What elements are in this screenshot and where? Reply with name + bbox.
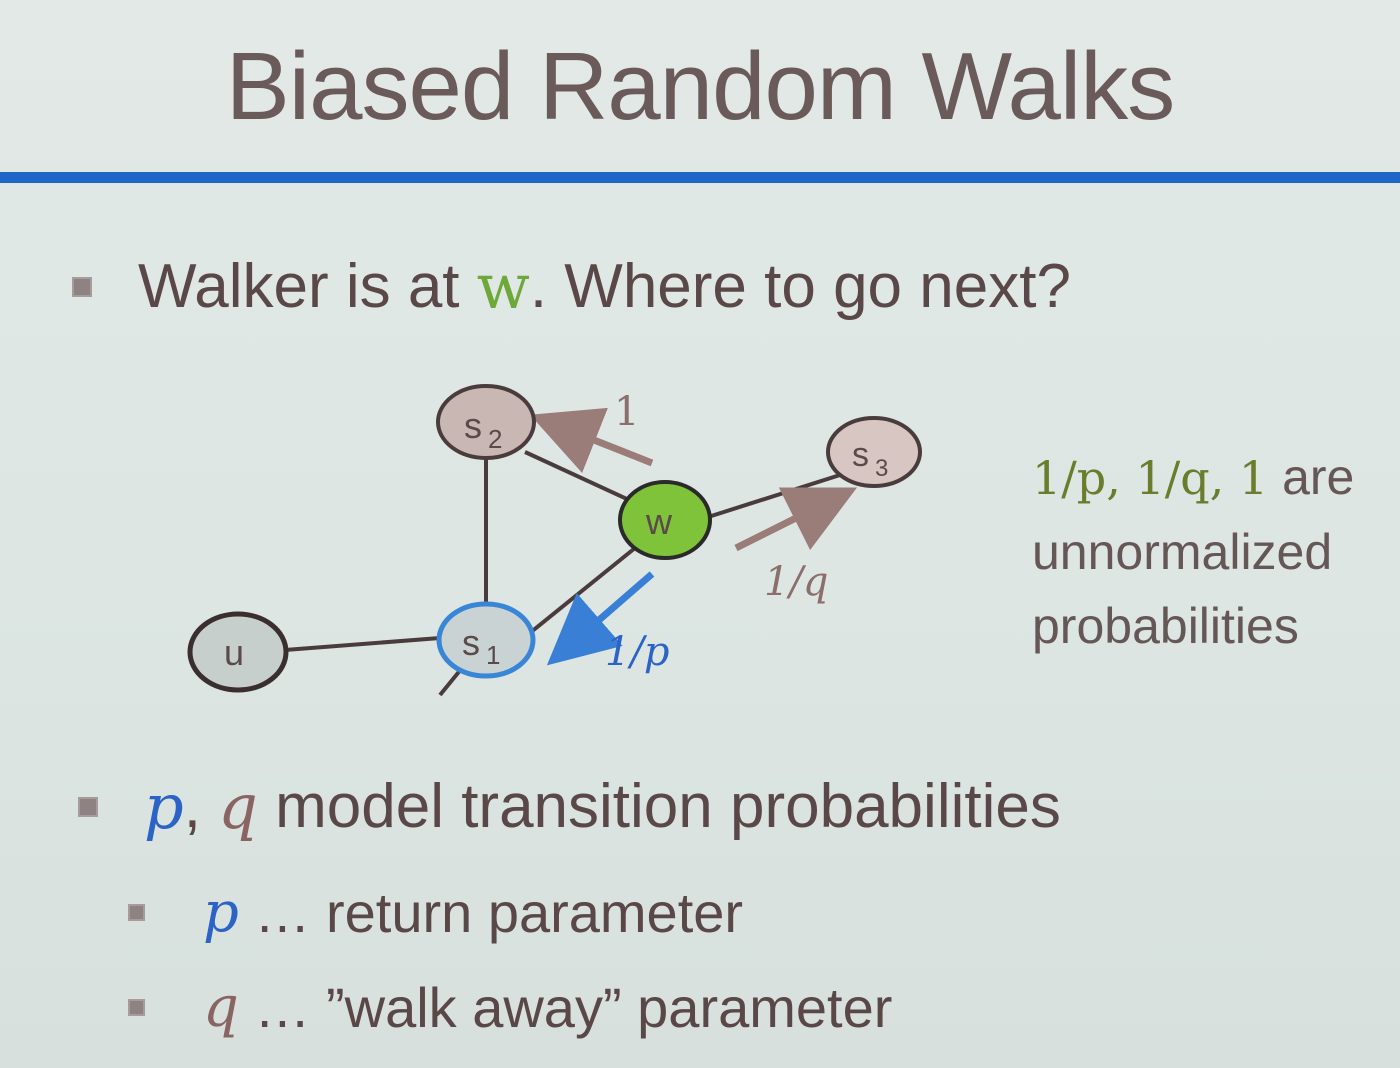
bullet-square-icon	[78, 796, 98, 817]
svg-text:1: 1	[486, 640, 500, 670]
svg-text:2: 2	[488, 424, 502, 454]
node-s3: s 3	[826, 416, 922, 488]
node-s2: s 2	[436, 384, 536, 460]
svg-text:u: u	[224, 632, 244, 673]
subbullet-p-text: … return parameter	[238, 881, 744, 944]
model-var-q: q	[218, 770, 258, 843]
node-u: u	[187, 611, 289, 693]
model-comma: ,	[183, 772, 201, 841]
probability-note: 1/p, 1/q, 1 are unnormalized probabiliti…	[1032, 440, 1354, 663]
node-s1: s 1	[436, 601, 536, 679]
edge-s2-w	[524, 450, 641, 507]
model-text: model transition probabilities	[257, 772, 1061, 841]
slide: Biased Random Walks Walker is at w. Wher…	[0, 0, 1400, 1068]
bullet-square-icon	[128, 999, 145, 1016]
bullet-square-icon	[128, 904, 145, 921]
node-w: w	[618, 480, 712, 560]
svg-text:s: s	[464, 405, 482, 446]
model-var-p: p	[144, 770, 184, 843]
bullet-model: p, q model transition probabilities	[78, 770, 1061, 843]
note-line-1: 1/p, 1/q, 1 are	[1032, 440, 1354, 515]
subbullet-var-p: p	[203, 880, 239, 945]
svg-text:3: 3	[875, 455, 888, 482]
svg-text:s: s	[852, 436, 869, 474]
edge-label-1: 1	[614, 389, 639, 435]
note-are: are	[1268, 449, 1355, 505]
subbullet-var-q: q	[203, 975, 239, 1040]
edge-u-s1	[284, 636, 441, 652]
svg-text:s: s	[462, 622, 480, 663]
subbullet-q-text: … ”walk away” parameter	[238, 976, 893, 1039]
note-line-2: unnormalized	[1032, 524, 1333, 580]
note-line-3: probabilities	[1032, 598, 1299, 654]
arrow-to-s3	[734, 487, 858, 552]
note-math: 1/p, 1/q, 1	[1032, 451, 1269, 505]
edge-w-s3	[704, 473, 841, 520]
edge-label-1-over-p: 1/p	[605, 629, 670, 675]
svg-text:w: w	[645, 501, 673, 542]
edge-label-1-over-q: 1/q	[764, 559, 829, 605]
subbullet-q: q … ”walk away” parameter	[128, 975, 892, 1040]
subbullet-p: p … return parameter	[128, 880, 743, 945]
